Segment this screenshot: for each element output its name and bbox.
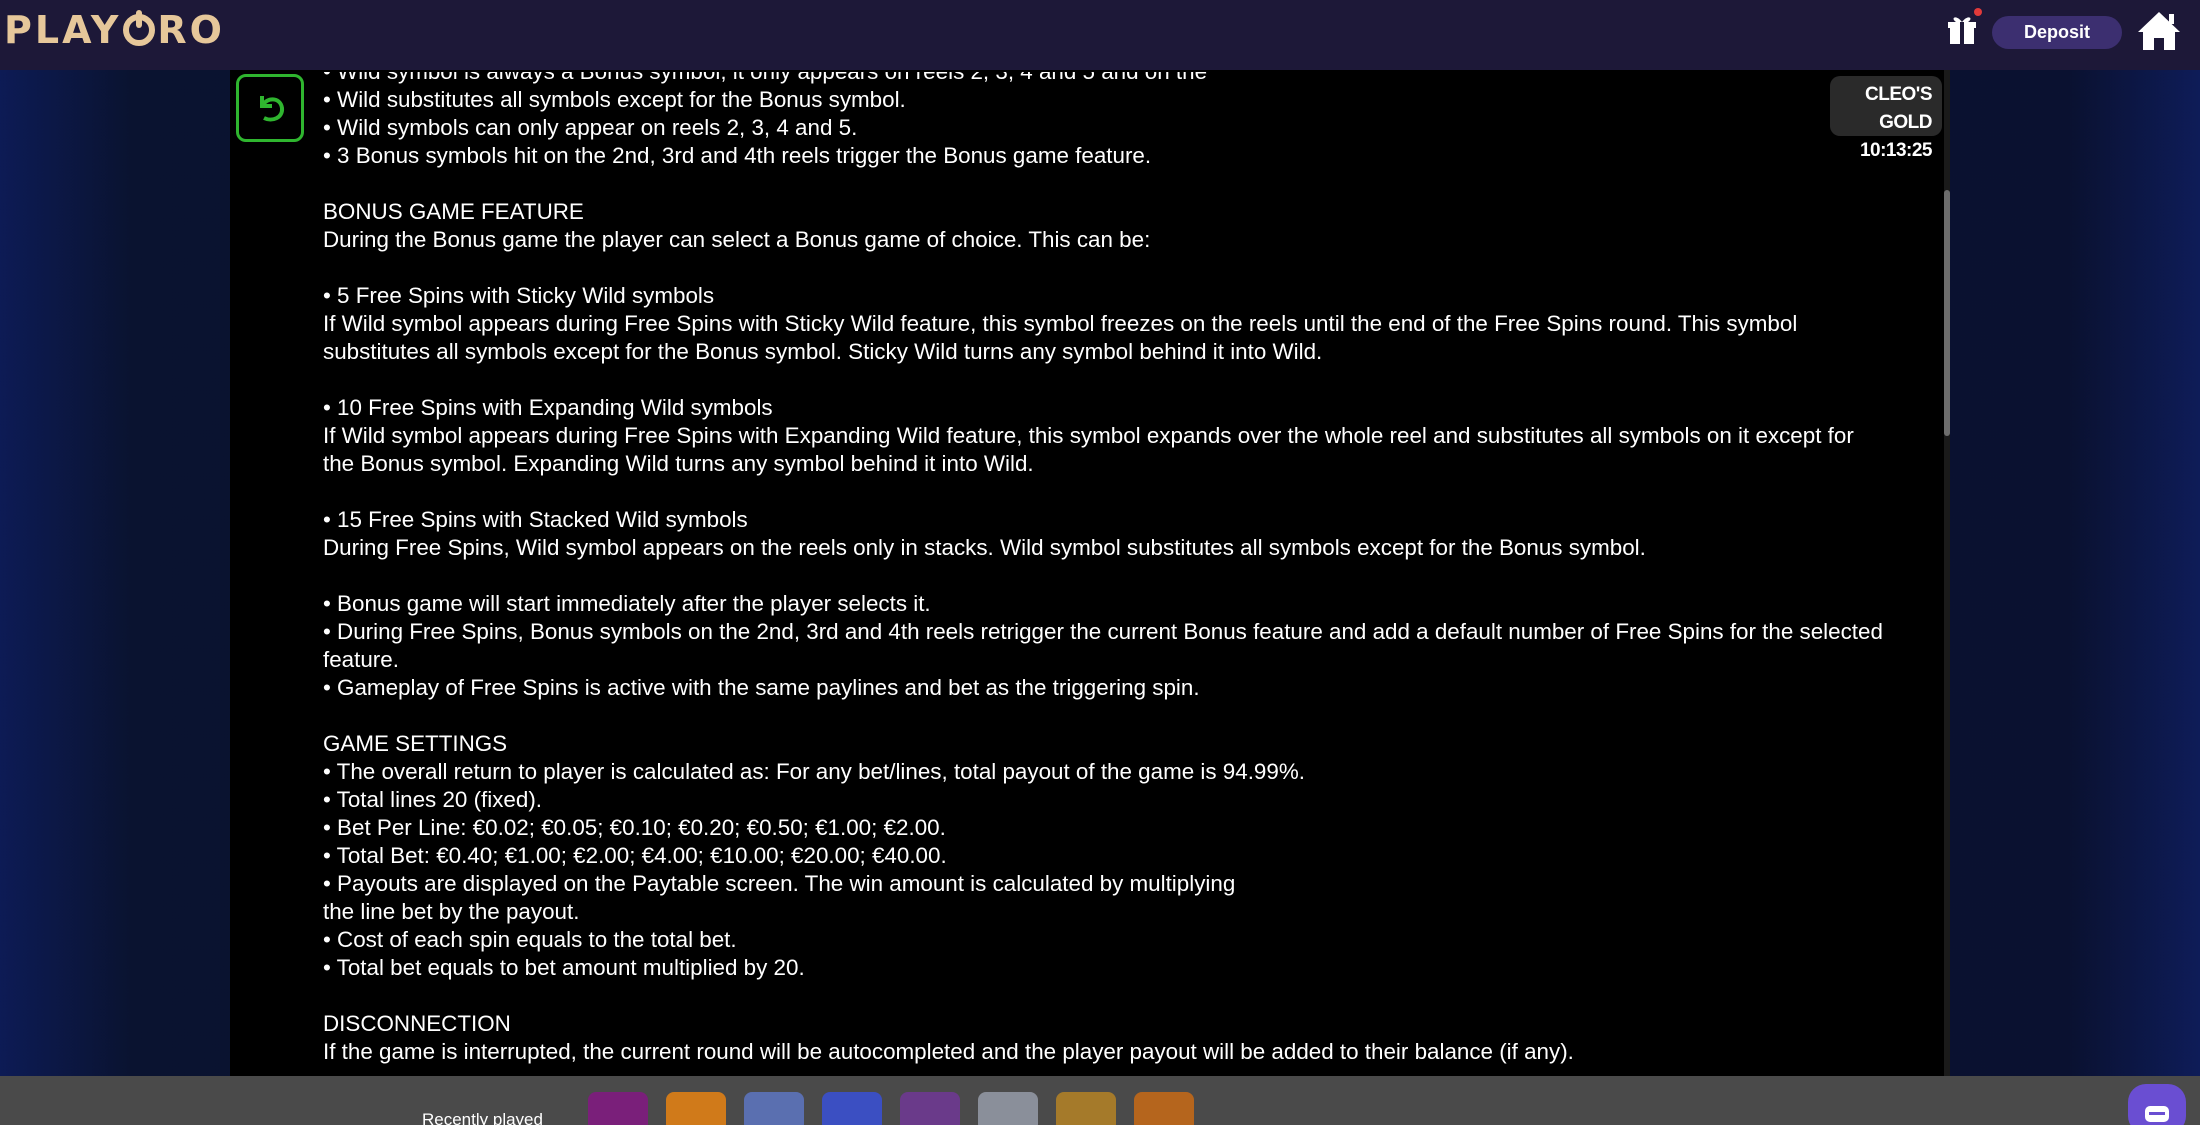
rules-text: • Wild symbol is always a Bonus symbol; … (323, 72, 1933, 1072)
rule-line: feature. (323, 647, 399, 672)
logo-text-1: PLAY (4, 8, 122, 52)
deposit-button[interactable]: Deposit (1992, 16, 2122, 49)
logo-text-2: RO (157, 8, 225, 52)
scrollbar-thumb[interactable] (1944, 190, 1950, 436)
rule-line: • 3 Bonus symbols hit on the 2nd, 3rd an… (323, 143, 1152, 168)
recent-game-thumbnail[interactable] (1056, 1092, 1116, 1125)
chat-support-button[interactable] (2128, 1084, 2186, 1125)
recent-game-thumbnail[interactable] (1134, 1092, 1194, 1125)
rule-line: • Gameplay of Free Spins is active with … (323, 675, 1200, 700)
top-navigation-bar (0, 0, 2200, 70)
recent-game-thumbnail[interactable] (588, 1092, 648, 1125)
rule-line: • Total bet equals to bet amount multipl… (323, 955, 805, 980)
section-heading-settings: GAME SETTINGS (323, 731, 508, 756)
section-heading-disconnection: DISCONNECTION (323, 1011, 511, 1036)
rule-line: • Total Bet: €0.40; €1.00; €2.00; €4.00;… (323, 843, 947, 868)
rule-line: During the Bonus game the player can sel… (323, 227, 1151, 252)
rule-line: • Wild symbols can only appear on reels … (323, 115, 858, 140)
recent-game-thumbnail[interactable] (744, 1092, 804, 1125)
rule-line: the line bet by the payout. (323, 899, 580, 924)
recent-game-thumbnail[interactable] (900, 1092, 960, 1125)
logo-o-icon (123, 10, 156, 46)
rule-line: • Cost of each spin equals to the total … (323, 927, 737, 952)
back-button[interactable] (236, 74, 304, 142)
recently-played-label: Recently played (422, 1110, 543, 1125)
rule-line: • Wild substitutes all symbols except fo… (323, 87, 906, 112)
rule-line: the Bonus symbol. Expanding Wild turns a… (323, 451, 1034, 476)
undo-arrow-icon (260, 96, 285, 122)
rule-line: • Payouts are displayed on the Paytable … (323, 871, 1236, 896)
gift-icon[interactable] (1946, 14, 1978, 46)
notification-dot (1974, 8, 1982, 16)
rule-line: • The overall return to player is calcul… (323, 759, 1305, 784)
playoro-logo[interactable]: PLAY RO (4, 6, 225, 54)
rule-line: • During Free Spins, Bonus symbols on th… (323, 619, 1883, 644)
recent-game-thumbnail[interactable] (978, 1092, 1038, 1125)
rule-line: • Total lines 20 (fixed). (323, 787, 542, 812)
clipped-rule-line: • Wild symbol is always a Bonus symbol; … (323, 72, 1207, 86)
bonus-option-title: • 10 Free Spins with Expanding Wild symb… (323, 395, 773, 420)
recent-game-thumbnail[interactable] (666, 1092, 726, 1125)
rule-line: • Bonus game will start immediately afte… (323, 591, 931, 616)
rule-line: substitutes all symbols except for the B… (323, 339, 1323, 364)
recent-game-thumbnail[interactable] (822, 1092, 882, 1125)
rule-line: If Wild symbol appears during Free Spins… (323, 311, 1798, 336)
rule-line: If Wild symbol appears during Free Spins… (323, 423, 1854, 448)
bonus-option-title: • 5 Free Spins with Sticky Wild symbols (323, 283, 715, 308)
rule-line: During Free Spins, Wild symbol appears o… (323, 535, 1646, 560)
bonus-option-title: • 15 Free Spins with Stacked Wild symbol… (323, 507, 748, 532)
home-icon[interactable] (2136, 10, 2182, 52)
rule-line: If the game is interrupted, the current … (323, 1039, 1574, 1064)
section-heading-bonus: BONUS GAME FEATURE (323, 199, 584, 224)
chat-icon (2145, 1106, 2169, 1122)
rule-line: • Bet Per Line: €0.02; €0.05; €0.10; €0.… (323, 815, 946, 840)
